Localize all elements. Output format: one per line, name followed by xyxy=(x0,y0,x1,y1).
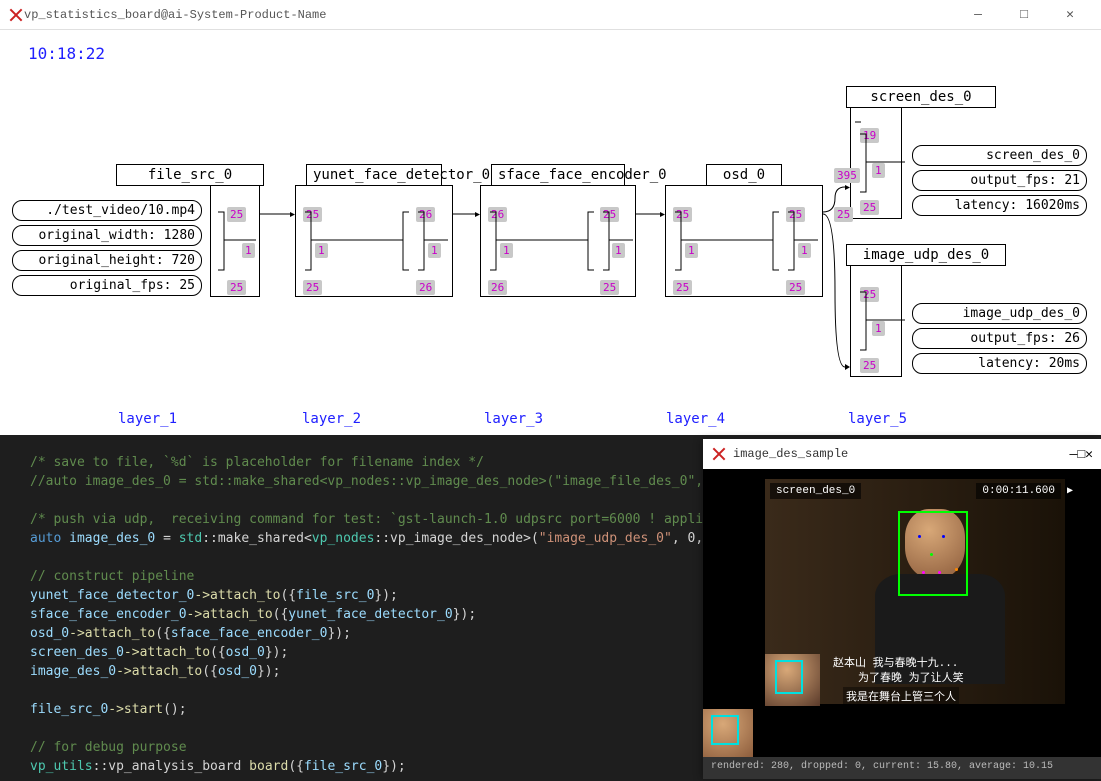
osd-source-label: screen_des_0 xyxy=(770,483,861,499)
file-src-props: ./test_video/10.mp4 original_width: 1280… xyxy=(12,200,202,300)
prop-row: original_height: 720 xyxy=(12,250,202,271)
layer-label: layer_3 xyxy=(484,411,543,427)
board-timestamp: 10:18:22 xyxy=(28,44,105,63)
play-icon: ▶ xyxy=(1067,485,1073,497)
count-badge: 1 xyxy=(500,243,513,258)
prop-row: output_fps: 26 xyxy=(912,328,1087,349)
node-title: sface_face_encoder_0 xyxy=(491,164,625,186)
fps-badge: 25 xyxy=(860,287,879,302)
prop-row: screen_des_0 xyxy=(912,145,1087,166)
minimize-button[interactable]: — xyxy=(1070,447,1078,462)
node-title: file_src_0 xyxy=(116,164,264,186)
screen-des-props: screen_des_0 output_fps: 21 latency: 160… xyxy=(912,145,1087,220)
fps-badge: 25 xyxy=(600,207,619,222)
pipeline-board: 10:18:22 ./test_video/10.mp4 original_wi… xyxy=(0,30,1101,435)
fps-badge: 26 xyxy=(488,207,507,222)
window-title: vp_statistics_board@ai-System-Product-Na… xyxy=(24,8,955,22)
video-frame: screen_des_0 0:00:11.600 ▶ 赵本山 我与春晚十九...… xyxy=(703,469,1101,757)
node-title: osd_0 xyxy=(706,164,782,186)
count-badge: 1 xyxy=(798,243,811,258)
count-badge: 1 xyxy=(242,243,255,258)
fps-badge: 25 xyxy=(673,207,692,222)
app-icon xyxy=(8,7,24,23)
fps-badge: 26 xyxy=(488,280,507,295)
pip-face xyxy=(765,654,820,706)
fps-badge: 26 xyxy=(416,280,435,295)
fps-badge: 26 xyxy=(416,207,435,222)
prop-row: ./test_video/10.mp4 xyxy=(12,200,202,221)
layer-label: layer_4 xyxy=(666,411,725,427)
count-badge: 1 xyxy=(428,243,441,258)
face-detect-box xyxy=(898,511,968,596)
count-badge: 1 xyxy=(612,243,625,258)
layer-label: layer_1 xyxy=(118,411,177,427)
fps-badge: 25 xyxy=(227,280,246,295)
preview-window: image_des_sample — □ ✕ screen_des_0 0:00… xyxy=(703,439,1101,779)
count-badge: 1 xyxy=(685,243,698,258)
prop-row: original_width: 1280 xyxy=(12,225,202,246)
fps-badge: 25 xyxy=(786,207,805,222)
image-udp-props: image_udp_des_0 output_fps: 26 latency: … xyxy=(912,303,1087,378)
preview-titlebar: image_des_sample — □ ✕ xyxy=(703,439,1101,469)
link-badge: 395 xyxy=(834,168,860,183)
main-titlebar: vp_statistics_board@ai-System-Product-Na… xyxy=(0,0,1101,30)
maximize-button[interactable]: □ xyxy=(1077,447,1085,462)
maximize-button[interactable]: □ xyxy=(1001,0,1047,30)
minimize-button[interactable]: — xyxy=(955,0,1001,30)
fps-badge: 19 xyxy=(860,128,879,143)
fps-badge: 25 xyxy=(600,280,619,295)
fps-badge: 25 xyxy=(834,207,853,222)
node-title: image_udp_des_0 xyxy=(846,244,1006,266)
preview-title: image_des_sample xyxy=(733,447,1070,461)
layer-label: layer_2 xyxy=(302,411,361,427)
prop-row: latency: 20ms xyxy=(912,353,1087,374)
prop-row: original_fps: 25 xyxy=(12,275,202,296)
count-badge: 1 xyxy=(872,163,885,178)
prop-row: latency: 16020ms xyxy=(912,195,1087,216)
preview-statusbar: rendered: 280, dropped: 0, current: 15.8… xyxy=(703,757,1101,779)
close-button[interactable]: ✕ xyxy=(1085,447,1093,462)
subtitle-row: 赵本山 我与春晚十九... xyxy=(833,654,958,670)
close-button[interactable]: ✕ xyxy=(1047,0,1093,30)
layer-label: layer_5 xyxy=(848,411,907,427)
fps-badge: 25 xyxy=(303,280,322,295)
count-badge: 1 xyxy=(315,243,328,258)
subtitle-row: 为了春晚 为了让人笑 xyxy=(858,669,964,685)
fps-badge: 25 xyxy=(860,358,879,373)
count-badge: 1 xyxy=(872,321,885,336)
fps-badge: 25 xyxy=(860,200,879,215)
node-title: screen_des_0 xyxy=(846,86,996,108)
fps-badge: 25 xyxy=(303,207,322,222)
prop-row: output_fps: 21 xyxy=(912,170,1087,191)
fps-badge: 25 xyxy=(673,280,692,295)
subtitle-row: 我是在舞台上管三个人 xyxy=(843,687,959,705)
node-title: yunet_face_detector_0 xyxy=(306,164,442,186)
prop-row: image_udp_des_0 xyxy=(912,303,1087,324)
osd-time: 0:00:11.600 xyxy=(976,483,1061,499)
fps-badge: 25 xyxy=(786,280,805,295)
app-icon xyxy=(711,446,727,462)
fps-badge: 25 xyxy=(227,207,246,222)
thumbnail xyxy=(703,709,753,757)
